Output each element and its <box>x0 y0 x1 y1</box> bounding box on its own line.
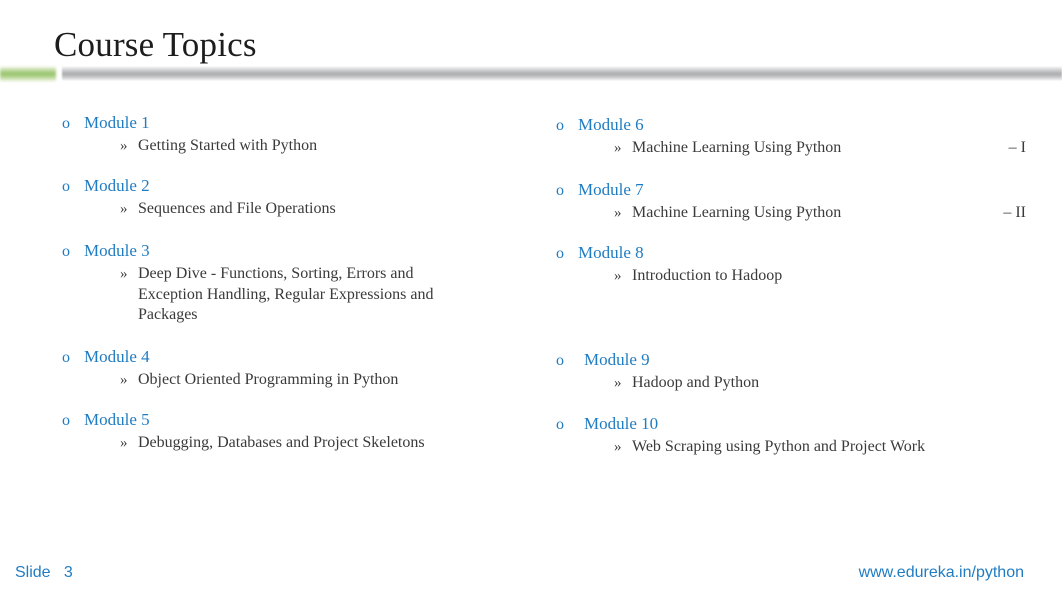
module-label: Module 2 <box>84 176 150 195</box>
module-topic-8: » Introduction to Hadoop <box>556 266 1026 287</box>
module-topic-5: » Debugging, Databases and Project Skele… <box>62 433 532 454</box>
module-label: Module 7 <box>578 180 644 199</box>
module-label: Module 5 <box>84 410 150 429</box>
module-label: Module 3 <box>84 241 150 260</box>
bullet-circle-icon: o <box>62 349 70 366</box>
module-group-5: o Module 5 » Debugging, Databases and Pr… <box>62 409 532 454</box>
module-heading-5: o Module 5 <box>62 409 532 432</box>
module-label: Module 8 <box>578 243 644 262</box>
chevron-double-right-icon: » <box>614 205 622 221</box>
bullet-circle-icon: o <box>556 352 564 369</box>
module-heading-7: o Module 7 <box>556 179 1026 202</box>
content-columns: o Module 1 » Getting Started with Python… <box>0 112 1062 472</box>
module-group-10: o Module 10 » Web Scraping using Python … <box>556 413 1026 458</box>
module-label: Module 1 <box>84 113 150 132</box>
module-topic-1: » Getting Started with Python <box>62 136 532 157</box>
module-label: Module 4 <box>84 347 150 366</box>
module-topic-6: » Machine Learning Using Python – I <box>556 138 1026 159</box>
module-topic-text: Object Oriented Programming in Python <box>138 371 399 388</box>
module-topic-text: Machine Learning Using Python <box>632 139 842 156</box>
module-group-8: o Module 8 » Introduction to Hadoop <box>556 242 1026 287</box>
module-topic-text: Debugging, Databases and Project Skeleto… <box>138 434 425 451</box>
bullet-circle-icon: o <box>62 115 70 132</box>
module-heading-4: o Module 4 <box>62 346 532 369</box>
bullet-circle-icon: o <box>556 245 564 262</box>
bullet-circle-icon: o <box>556 416 564 433</box>
module-topic-text: Getting Started with Python <box>138 137 318 154</box>
bullet-circle-icon: o <box>62 178 70 195</box>
module-topic-4: » Object Oriented Programming in Python <box>62 370 532 391</box>
module-group-6: o Module 6 » Machine Learning Using Pyth… <box>556 114 1026 159</box>
module-group-1: o Module 1 » Getting Started with Python <box>62 112 532 157</box>
module-topic-text: Hadoop and Python <box>632 374 760 391</box>
chevron-double-right-icon: » <box>120 138 128 154</box>
module-topic-text: Introduction to Hadoop <box>632 267 783 284</box>
footer-website-link[interactable]: www.edureka.in/python <box>859 563 1024 583</box>
module-topic-text: Web Scraping using Python and Project Wo… <box>632 438 926 455</box>
gray-divider-bar <box>62 66 1062 81</box>
module-topic-7: » Machine Learning Using Python – II <box>556 203 1026 224</box>
slide: Course Topics o Module 1 » Getting Start… <box>0 0 1062 597</box>
module-group-3: o Module 3 » Deep Dive - Functions, Sort… <box>62 240 532 326</box>
module-topic-text: Deep Dive - Functions, Sorting, Errors a… <box>138 265 434 323</box>
chevron-double-right-icon: » <box>614 375 622 391</box>
bullet-circle-icon: o <box>556 182 564 199</box>
chevron-double-right-icon: » <box>614 140 622 156</box>
module-topic-9: » Hadoop and Python <box>556 373 1026 394</box>
module-topic-3: » Deep Dive - Functions, Sorting, Errors… <box>62 264 532 326</box>
module-heading-8: o Module 8 <box>556 242 1026 265</box>
module-topic-suffix: – I <box>1008 139 1026 156</box>
module-group-2: o Module 2 » Sequences and File Operatio… <box>62 175 532 220</box>
module-label: Module 9 <box>584 350 650 369</box>
slide-number-footer: Slide 3 <box>15 564 73 581</box>
module-group-9: o Module 9 » Hadoop and Python <box>556 349 1026 394</box>
bullet-circle-icon: o <box>62 243 70 260</box>
module-heading-10: o Module 10 <box>556 413 1026 436</box>
chevron-double-right-icon: » <box>614 268 622 284</box>
green-accent-tab <box>0 66 56 82</box>
module-group-7: o Module 7 » Machine Learning Using Pyth… <box>556 179 1026 224</box>
module-topic-text: Machine Learning Using Python <box>632 204 842 221</box>
chevron-double-right-icon: » <box>120 266 128 282</box>
module-group-4: o Module 4 » Object Oriented Programming… <box>62 346 532 391</box>
module-heading-2: o Module 2 <box>62 175 532 198</box>
header-divider <box>0 64 1062 84</box>
module-heading-9: o Module 9 <box>556 349 1026 372</box>
module-topic-text: Sequences and File Operations <box>138 200 336 217</box>
page-title: Course Topics <box>54 25 257 64</box>
module-heading-6: o Module 6 <box>556 114 1026 137</box>
module-topic-suffix: – II <box>1003 204 1026 221</box>
chevron-double-right-icon: » <box>614 439 622 455</box>
module-label: Module 6 <box>578 115 644 134</box>
bullet-circle-icon: o <box>62 412 70 429</box>
module-label: Module 10 <box>584 414 659 433</box>
chevron-double-right-icon: » <box>120 372 128 388</box>
module-heading-3: o Module 3 <box>62 240 532 263</box>
chevron-double-right-icon: » <box>120 201 128 217</box>
module-topic-10: » Web Scraping using Python and Project … <box>556 437 1026 458</box>
bullet-circle-icon: o <box>556 117 564 134</box>
module-heading-1: o Module 1 <box>62 112 532 135</box>
module-topic-2: » Sequences and File Operations <box>62 199 532 220</box>
chevron-double-right-icon: » <box>120 435 128 451</box>
